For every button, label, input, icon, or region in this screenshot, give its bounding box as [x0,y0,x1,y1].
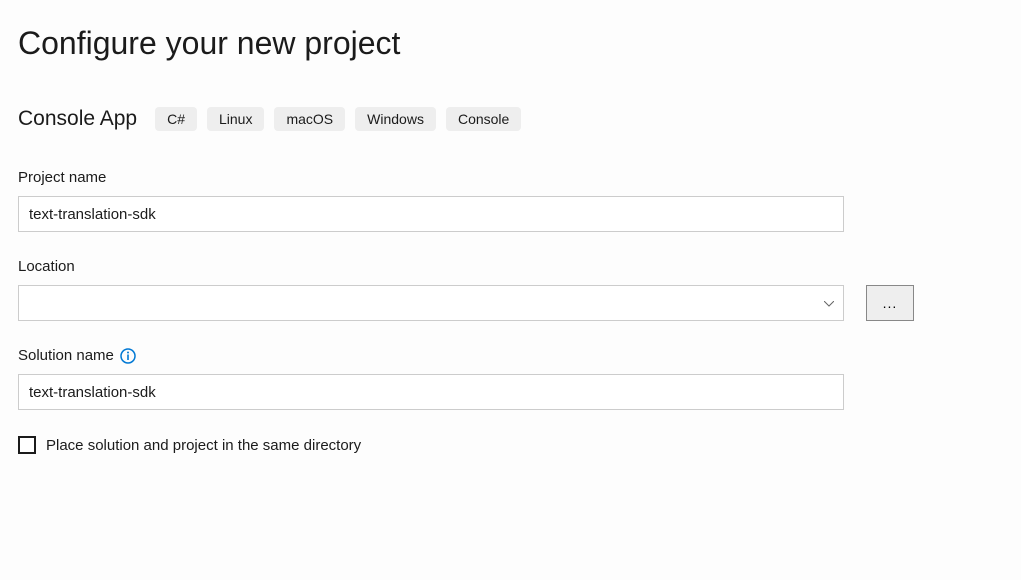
location-combo[interactable] [18,285,844,321]
tag-csharp: C# [155,107,197,131]
template-tags: C# Linux macOS Windows Console [155,107,521,131]
tag-macos: macOS [274,107,345,131]
project-name-input[interactable] [18,196,844,232]
template-name: Console App [18,107,137,131]
same-directory-label: Place solution and project in the same d… [46,437,361,454]
same-directory-checkbox[interactable] [18,436,36,454]
solution-name-input[interactable] [18,374,844,410]
info-icon[interactable] [120,348,136,364]
browse-button[interactable]: ... [866,285,914,321]
page-title: Configure your new project [18,25,1003,62]
template-header: Console App C# Linux macOS Windows Conso… [18,107,1003,131]
location-input[interactable] [18,285,844,321]
tag-windows: Windows [355,107,436,131]
location-group: Location ... [18,258,1003,321]
location-label: Location [18,258,1003,275]
tag-linux: Linux [207,107,264,131]
solution-name-group: Solution name [18,347,1003,410]
solution-name-label: Solution name [18,347,114,364]
project-name-group: Project name [18,169,1003,232]
project-name-label: Project name [18,169,1003,186]
same-directory-row[interactable]: Place solution and project in the same d… [18,436,1003,454]
tag-console: Console [446,107,521,131]
